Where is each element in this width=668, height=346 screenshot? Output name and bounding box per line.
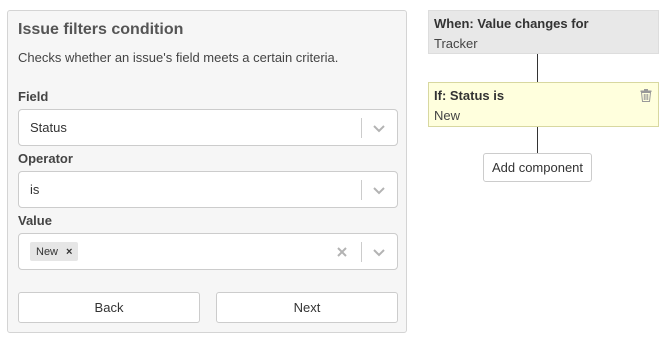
back-button[interactable]: Back	[18, 292, 200, 323]
value-label: Value	[18, 213, 52, 228]
panel-title: Issue filters condition	[18, 21, 184, 38]
condition-title: If: Status is	[434, 88, 505, 103]
select-separator	[361, 180, 362, 200]
connector-line	[537, 127, 538, 153]
operator-label: Operator	[18, 151, 73, 166]
field-select[interactable]: Status	[18, 109, 398, 146]
value-tag-label: New	[36, 245, 59, 258]
condition-subtitle: New	[434, 108, 461, 123]
trigger-title: When: Value changes for	[434, 16, 589, 31]
trigger-subtitle: Tracker	[434, 36, 478, 51]
operator-select[interactable]: is	[18, 171, 398, 208]
field-label: Field	[18, 89, 49, 104]
trigger-node[interactable]: When: Value changes for Tracker	[428, 10, 659, 54]
clear-icon[interactable]	[335, 245, 349, 259]
next-button[interactable]: Next	[216, 292, 398, 323]
connector-line	[537, 54, 538, 82]
tag-remove-icon[interactable]: ×	[66, 246, 72, 258]
chevron-down-icon[interactable]	[372, 183, 386, 197]
trash-icon[interactable]	[640, 89, 652, 102]
value-tag: New ×	[30, 242, 79, 261]
panel-description: Checks whether an issue's field meets a …	[18, 50, 339, 65]
condition-node[interactable]: If: Status is New	[428, 82, 659, 127]
operator-select-value: is	[30, 182, 40, 197]
chevron-down-icon[interactable]	[372, 121, 386, 135]
value-multiselect[interactable]: New ×	[18, 233, 398, 270]
condition-config-panel: Issue filters condition Checks whether a…	[7, 10, 407, 333]
select-separator	[361, 118, 362, 138]
chevron-down-icon[interactable]	[372, 245, 386, 259]
select-separator	[361, 242, 362, 262]
field-select-value: Status	[30, 120, 67, 135]
add-component-button[interactable]: Add component	[483, 153, 592, 182]
